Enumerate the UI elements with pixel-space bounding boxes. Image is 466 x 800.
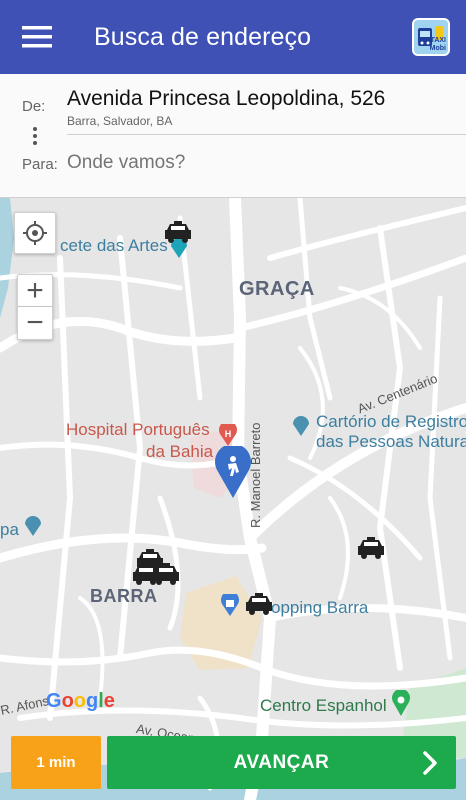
divider	[67, 134, 466, 135]
poi-registry-line2[interactable]: das Pessoas Natura	[316, 432, 466, 452]
zoom-out-button[interactable]: −	[17, 306, 53, 340]
poi-registry-line1[interactable]: Cartório de Registro	[316, 412, 466, 432]
google-logo: Google	[46, 690, 115, 712]
poi-shopping[interactable]: opping Barra	[271, 598, 368, 618]
hamburger-menu-icon	[22, 26, 52, 48]
advance-label: AVANÇAR	[233, 751, 330, 773]
app-header: Busca de endereço TAXI Mobi	[0, 0, 466, 74]
area-label-barra: BARRA	[90, 586, 158, 606]
page-title: Busca de endereço	[94, 22, 312, 51]
advance-button[interactable]: AVANÇAR	[107, 736, 456, 789]
hospital-marker-icon: H	[219, 424, 237, 446]
map-view[interactable]: + − GRAÇA BARRA cete das Artes Hospital …	[0, 198, 466, 800]
my-location-button[interactable]	[14, 212, 56, 254]
shopping-marker-icon	[221, 594, 239, 616]
route-dots-icon	[32, 127, 38, 148]
chevron-right-icon	[423, 751, 437, 775]
to-label: Para:	[22, 156, 58, 173]
pickup-location-pin-icon[interactable]	[214, 446, 252, 498]
registry-marker-icon	[293, 416, 309, 436]
from-label: De:	[22, 98, 46, 115]
area-label-graca: GRAÇA	[239, 278, 315, 300]
poi-left-edge[interactable]: pa	[0, 520, 19, 540]
poi-spanish-center[interactable]: Centro Espanhol	[260, 696, 387, 716]
taxi-icon[interactable]	[357, 536, 385, 560]
crosshair-icon	[23, 221, 47, 245]
zoom-in-button[interactable]: +	[17, 274, 53, 307]
poi-arts[interactable]: cete das Artes	[60, 236, 168, 256]
poi-marker-icon	[25, 516, 41, 536]
address-panel: De: Para: Avenida Princesa Leopoldina, 5…	[0, 74, 466, 198]
poi-hospital-line1[interactable]: Hospital Português	[66, 420, 210, 440]
place-marker-icon	[392, 690, 410, 716]
taxi-icon[interactable]	[245, 592, 273, 616]
svg-text:H: H	[225, 429, 232, 439]
destination-input[interactable]	[67, 152, 447, 174]
taxi-icon[interactable]	[164, 220, 192, 244]
eta-button[interactable]: 1 min	[11, 736, 101, 789]
logo-text: TAXI Mobi	[429, 37, 446, 52]
poi-hospital-line2[interactable]: da Bahia	[146, 442, 213, 462]
taxi-icon[interactable]	[132, 562, 160, 586]
menu-button[interactable]	[0, 0, 74, 74]
taxi-mobi-logo: TAXI Mobi	[412, 18, 450, 56]
origin-city: Barra, Salvador, BA	[67, 114, 173, 128]
origin-address[interactable]: Avenida Princesa Leopoldina, 526	[67, 87, 385, 111]
